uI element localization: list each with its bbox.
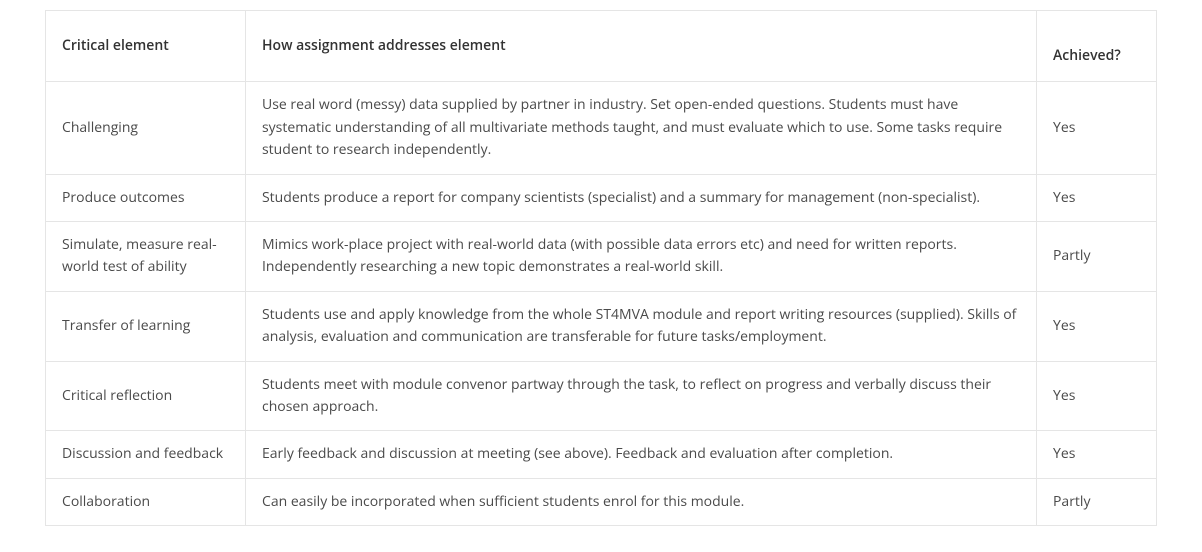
cell-how: Students produce a report for company sc… (246, 174, 1037, 221)
table-header-row: Critical element How assignment addresse… (46, 11, 1157, 82)
cell-how: Use real word (messy) data supplied by p… (246, 82, 1037, 174)
cell-element: Simulate, measure real-world test of abi… (46, 221, 246, 291)
cell-element: Collaboration (46, 478, 246, 525)
header-how-addresses: How assignment addresses element (246, 11, 1037, 82)
cell-how: Students use and apply knowledge from th… (246, 291, 1037, 361)
cell-how: Mimics work-place project with real-worl… (246, 221, 1037, 291)
cell-achieved: Yes (1037, 174, 1157, 221)
cell-achieved: Yes (1037, 361, 1157, 431)
cell-achieved: Yes (1037, 291, 1157, 361)
cell-achieved: Partly (1037, 478, 1157, 525)
cell-how: Can easily be incorporated when sufficie… (246, 478, 1037, 525)
table-row: Discussion and feedback Early feedback a… (46, 431, 1157, 478)
table-row: Critical reflection Students meet with m… (46, 361, 1157, 431)
table-row: Collaboration Can easily be incorporated… (46, 478, 1157, 525)
cell-how: Early feedback and discussion at meeting… (246, 431, 1037, 478)
table-row: Produce outcomes Students produce a repo… (46, 174, 1157, 221)
cell-element: Critical reflection (46, 361, 246, 431)
table-row: Simulate, measure real-world test of abi… (46, 221, 1157, 291)
cell-achieved: Yes (1037, 431, 1157, 478)
cell-how: Students meet with module convenor partw… (246, 361, 1037, 431)
table-row: Transfer of learning Students use and ap… (46, 291, 1157, 361)
cell-element: Produce outcomes (46, 174, 246, 221)
table-row: Challenging Use real word (messy) data s… (46, 82, 1157, 174)
header-critical-element: Critical element (46, 11, 246, 82)
cell-element: Discussion and feedback (46, 431, 246, 478)
cell-element: Transfer of learning (46, 291, 246, 361)
header-achieved: Achieved? (1037, 11, 1157, 82)
cell-element: Challenging (46, 82, 246, 174)
assessment-table: Critical element How assignment addresse… (45, 10, 1157, 526)
cell-achieved: Partly (1037, 221, 1157, 291)
table-body: Challenging Use real word (messy) data s… (46, 82, 1157, 526)
cell-achieved: Yes (1037, 82, 1157, 174)
